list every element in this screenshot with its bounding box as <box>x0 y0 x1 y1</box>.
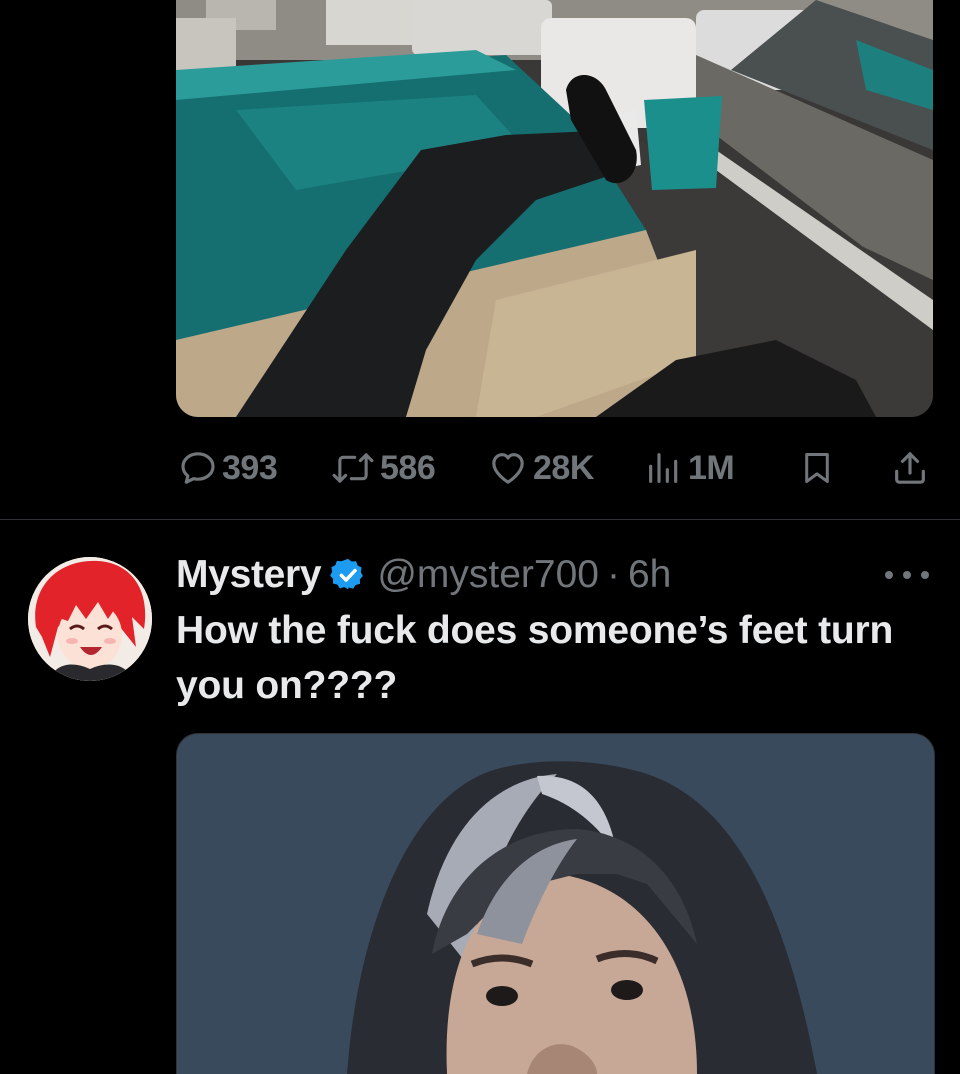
tweet-text: How the fuck does someone’s feet turn yo… <box>176 609 894 707</box>
tweet-header: Mystery @myster700 · 6h <box>176 547 671 603</box>
share-button[interactable] <box>890 446 930 490</box>
author-name[interactable]: Mystery <box>176 553 322 597</box>
verified-badge-icon <box>330 558 364 590</box>
bookmark-icon <box>805 453 829 483</box>
selfie-photo <box>177 734 934 1074</box>
reply-button[interactable]: 393 <box>178 446 278 490</box>
reply-icon <box>181 452 215 484</box>
retweet-count: 586 <box>380 448 436 487</box>
header-separator: · <box>606 553 620 596</box>
tweet-2-media-image[interactable] <box>176 733 935 1074</box>
bookmark-button[interactable] <box>798 446 836 490</box>
tweet-timestamp[interactable]: 6h <box>628 553 671 597</box>
reply-count: 393 <box>222 448 278 487</box>
more-dot <box>903 571 911 579</box>
share-icon <box>895 452 925 484</box>
tweet-1-media-image[interactable] <box>176 0 933 417</box>
room-photo <box>176 0 933 417</box>
views-button[interactable]: 1M <box>644 446 735 490</box>
avatar-image <box>28 557 152 681</box>
retweet-button[interactable]: 586 <box>330 446 436 490</box>
more-dot <box>921 571 929 579</box>
like-count: 28K <box>533 448 594 487</box>
author-handle[interactable]: @myster700 <box>377 553 599 597</box>
analytics-icon <box>649 453 678 483</box>
retweet-icon <box>332 453 374 483</box>
avatar[interactable] <box>28 557 152 681</box>
like-button[interactable]: 28K <box>487 446 594 490</box>
more-options-icon[interactable] <box>885 560 929 590</box>
more-dot <box>885 571 893 579</box>
heart-icon <box>492 453 524 484</box>
view-count: 1M <box>688 448 735 487</box>
tweet-divider <box>0 519 960 520</box>
